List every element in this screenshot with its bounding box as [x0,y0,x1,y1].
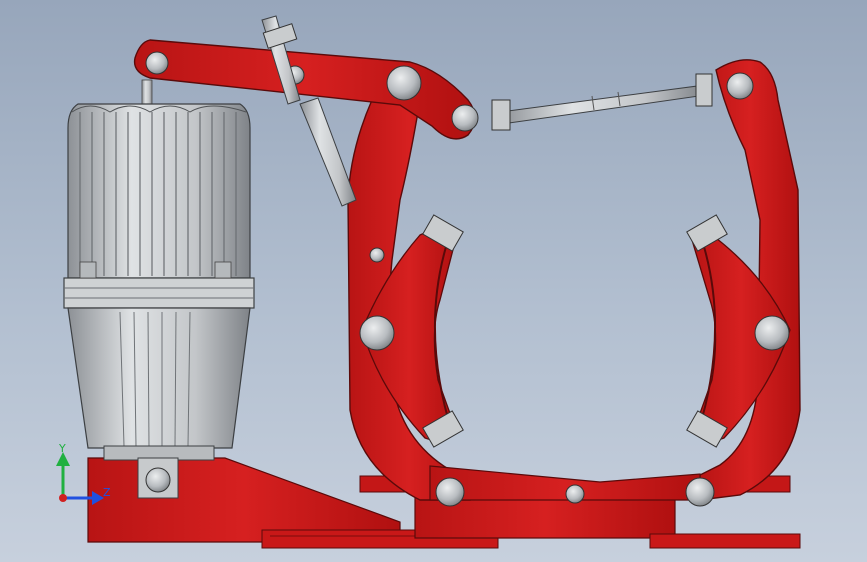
thruster-actuator[interactable] [63,79,255,499]
spring-rod[interactable] [261,15,357,207]
brake-assembly-model[interactable] [0,0,867,562]
bottom-link [429,465,715,507]
tie-rod[interactable] [491,73,713,131]
triad-z-label: Z [103,486,111,499]
cad-viewport[interactable]: Y Z [0,0,867,562]
triad-y-label: Y [59,442,66,455]
